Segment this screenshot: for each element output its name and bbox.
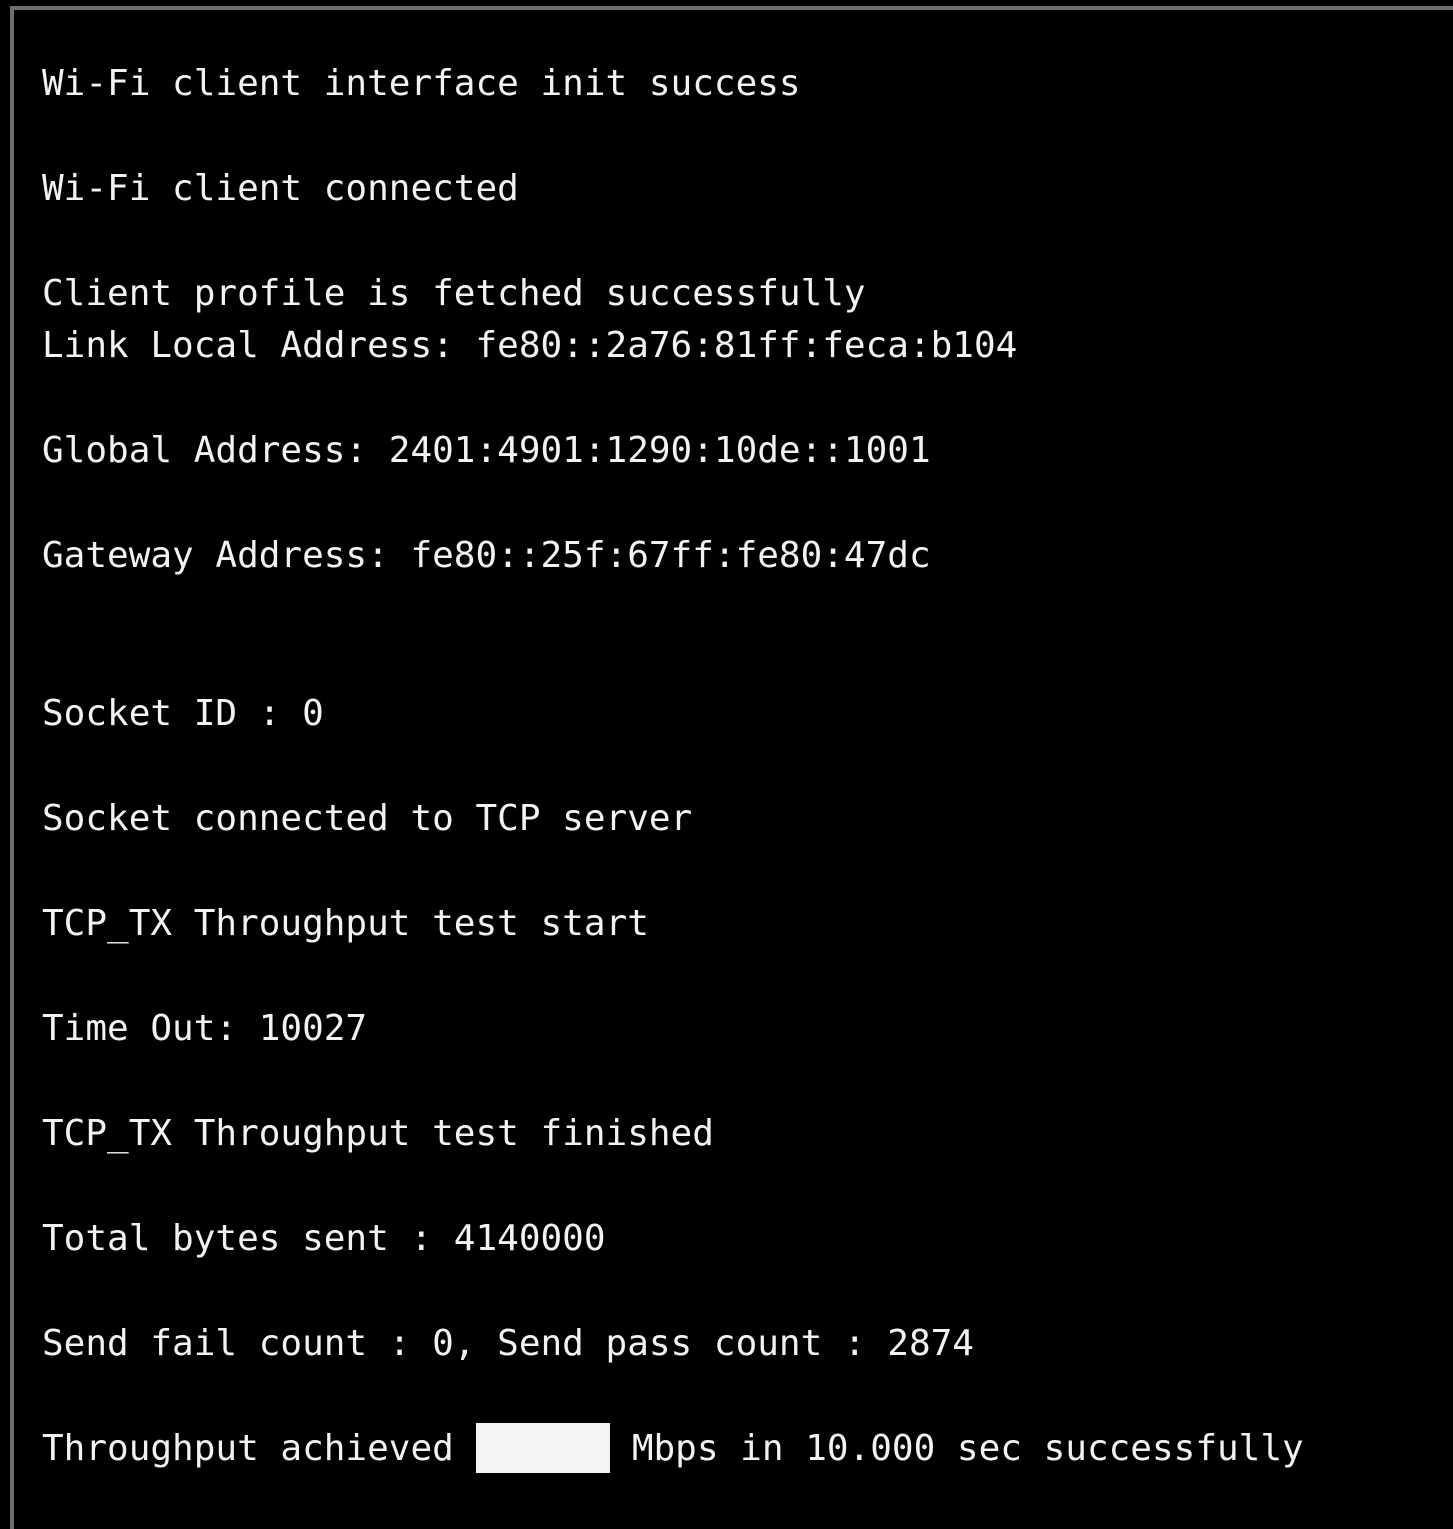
log-line-test-finished: TCP_TX Throughput test finished — [42, 1113, 714, 1154]
log-line-global-address: Global Address: 2401:4901:1290:10de::100… — [42, 430, 931, 471]
log-line-throughput: Throughput achieved Mbps in 10.000 sec su… — [42, 1423, 1304, 1475]
log-line-gateway-address: Gateway Address: fe80::25f:67ff:fe80:47d… — [42, 535, 931, 576]
log-line-test-start: TCP_TX Throughput test start — [42, 903, 649, 944]
log-line-wifi-connected: Wi-Fi client connected — [42, 168, 519, 209]
log-line-time-out: Time Out: 10027 — [42, 1008, 368, 1049]
throughput-prefix: Throughput achieved — [42, 1428, 454, 1469]
window-frame-left-border — [10, 10, 14, 1529]
window-frame-top-border — [10, 6, 1453, 10]
window-frame-left-edge — [0, 0, 10, 1529]
log-line-client-profile: Client profile is fetched successfully — [42, 273, 866, 314]
log-line-send-counts: Send fail count : 0, Send pass count : 2… — [42, 1323, 974, 1364]
log-line-link-local-address: Link Local Address: fe80::2a76:81ff:feca… — [42, 325, 1018, 366]
log-line-socket-connected: Socket connected to TCP server — [42, 798, 693, 839]
log-line-socket-id: Socket ID : 0 — [42, 693, 324, 734]
throughput-suffix: Mbps in 10.000 sec successfully — [631, 1428, 1304, 1469]
terminal-window: Wi-Fi client interface init success Wi-F… — [0, 0, 1453, 1529]
log-line-total-bytes: Total bytes sent : 4140000 — [42, 1218, 606, 1259]
log-line-wifi-init: Wi-Fi client interface init success — [42, 63, 801, 104]
redacted-value-box — [475, 1423, 610, 1473]
